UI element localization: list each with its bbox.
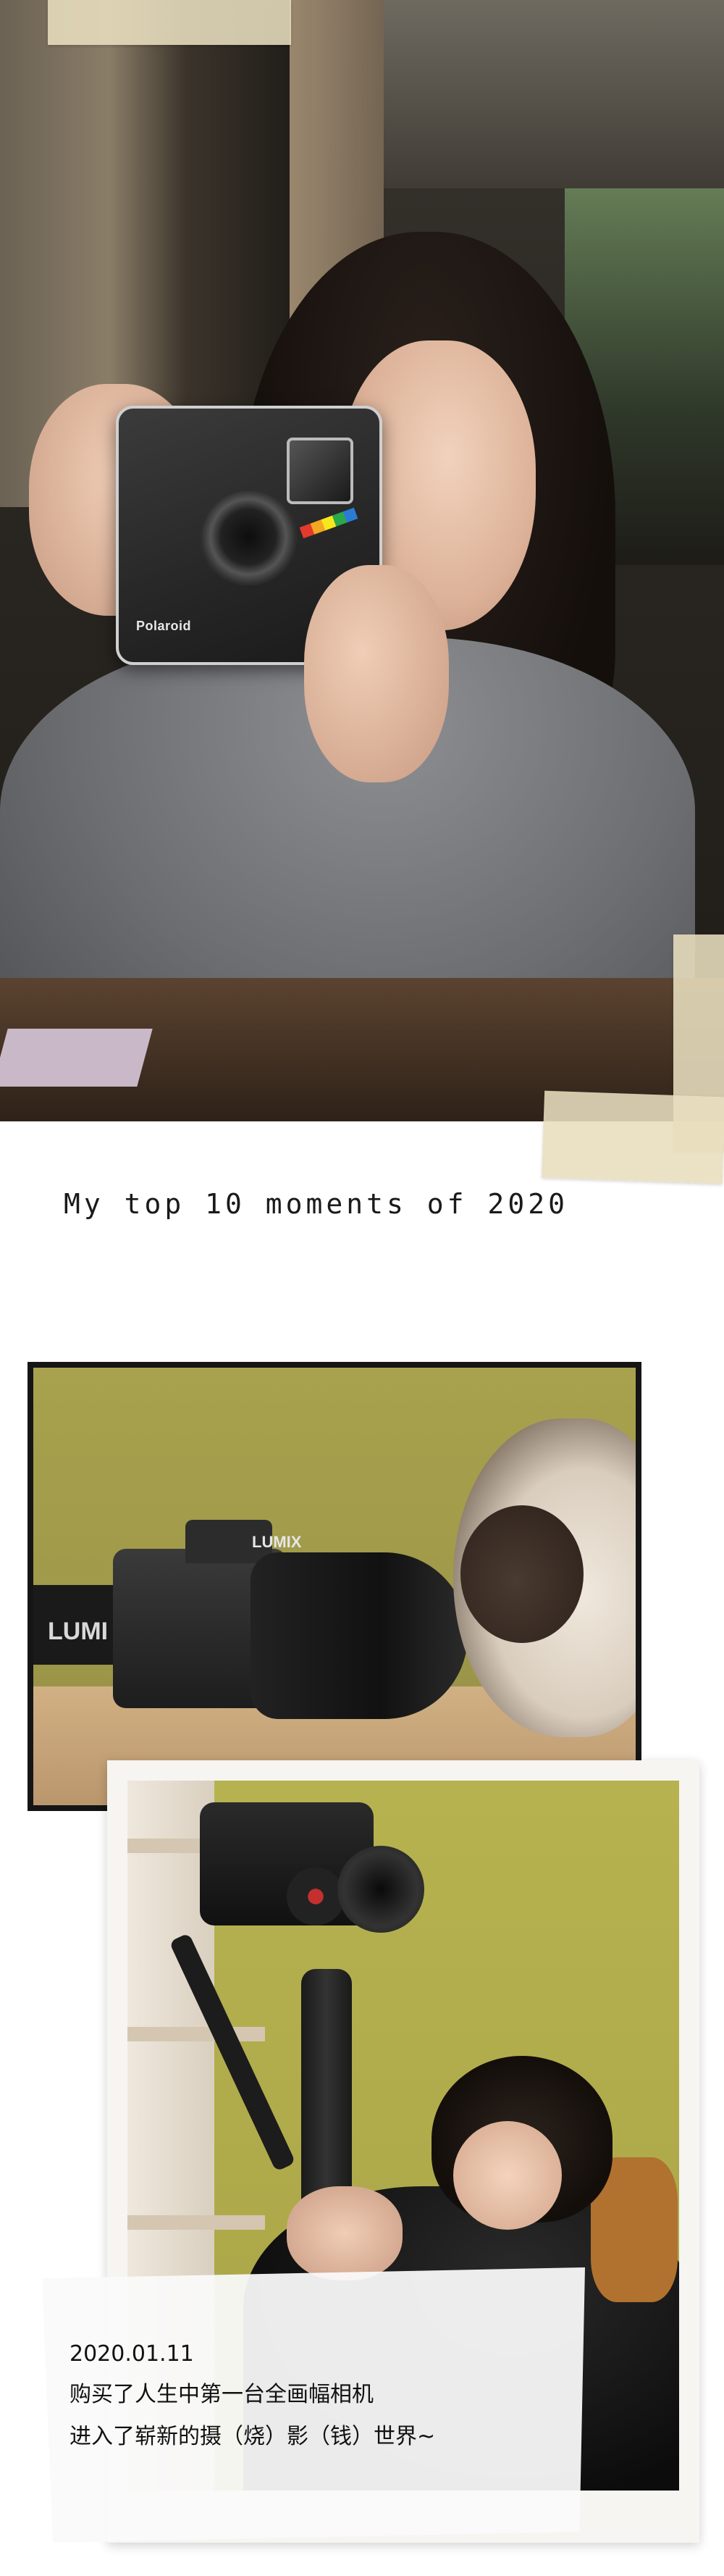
camera-brand-label: LUMIX <box>252 1533 302 1551</box>
person-hand <box>287 2186 403 2280</box>
camera-lens <box>251 1552 468 1719</box>
gimbal-motor <box>287 1868 345 1925</box>
person-face <box>453 2121 562 2230</box>
rainbow-stripe <box>299 507 358 539</box>
section-title: My top 10 moments of 2020 <box>64 1188 568 1220</box>
hero-photo: Polaroid <box>0 0 724 1121</box>
cat-face <box>460 1505 584 1643</box>
shelf-board <box>127 2027 265 2041</box>
right-hand <box>304 565 449 782</box>
tape-strip-right <box>541 1090 724 1184</box>
camera-viewfinder <box>287 438 353 504</box>
moment-text-line-2: 进入了崭新的摄（烧）影（钱）世界~ <box>70 2424 436 2449</box>
moment-date: 2020.01.11 <box>70 2341 194 2367</box>
strap-text: LUMI <box>48 1618 109 1645</box>
paper-sheet <box>0 1029 153 1087</box>
tape-strip-top <box>48 0 291 45</box>
shelf-board <box>127 2215 265 2230</box>
camera-brand-label: Polaroid <box>136 619 192 633</box>
moment-text-line-1: 购买了人生中第一台全画幅相机 <box>70 2382 374 2407</box>
cat-camera-photo: LUMI LUMIX <box>28 1362 641 1811</box>
background-ceiling <box>384 0 724 188</box>
camera-lens <box>200 488 297 585</box>
gimbal-lens <box>337 1846 424 1933</box>
